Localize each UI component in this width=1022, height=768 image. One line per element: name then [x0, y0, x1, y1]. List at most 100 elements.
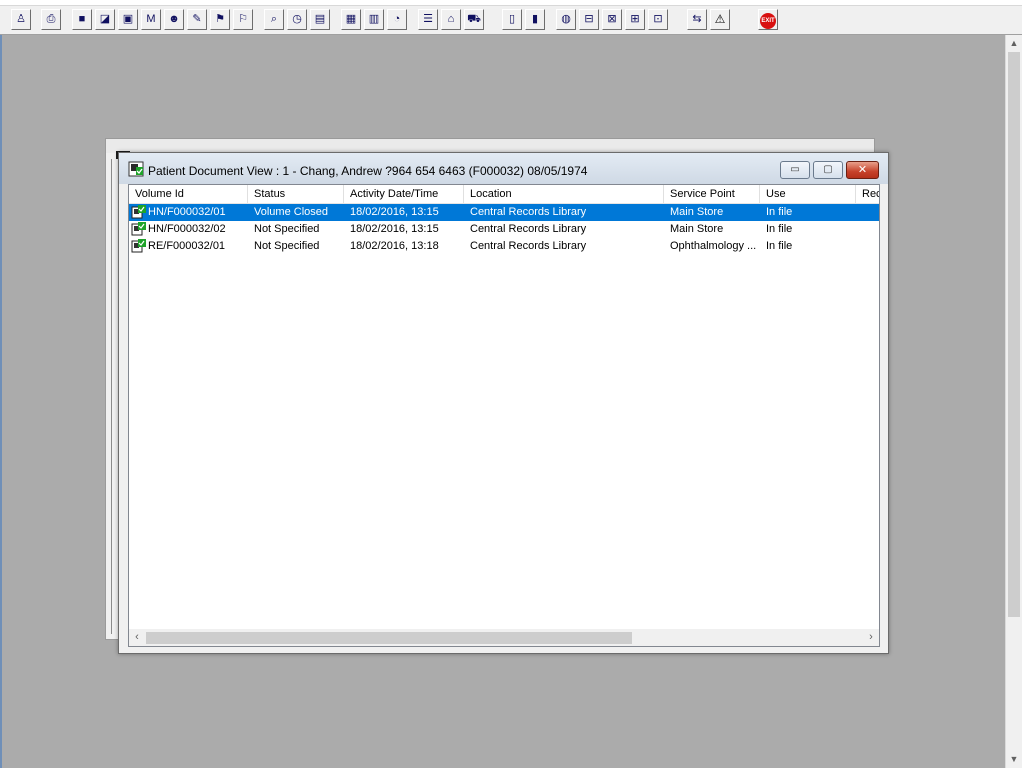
- gauge-button[interactable]: ◔: [387, 9, 407, 30]
- cell-activity-date-time: 18/02/2016, 13:15: [350, 206, 439, 218]
- cell-use: In file: [766, 223, 793, 235]
- column-header-2[interactable]: Activity Date/Time: [344, 185, 464, 203]
- scroll-thumb[interactable]: [1008, 52, 1020, 617]
- print-button[interactable]: ⎙: [41, 9, 61, 30]
- background-window-titlebar[interactable]: [106, 139, 874, 153]
- cell-location: Central Records Library: [470, 206, 587, 218]
- scroll-right-icon[interactable]: ›: [863, 629, 879, 646]
- inbox2-button[interactable]: ⊠: [602, 9, 622, 30]
- monitor-search-icon: ▣: [122, 13, 134, 25]
- page-button[interactable]: ▯: [502, 9, 522, 30]
- window-titlebar[interactable]: Patient Document View : 1 - Chang, Andre…: [119, 153, 888, 184]
- horizontal-scroll-thumb[interactable]: [146, 632, 632, 644]
- bed-icon: ⌂: [447, 13, 455, 25]
- flag2-button[interactable]: ⚐: [233, 9, 253, 30]
- patient-button[interactable]: ♙: [11, 9, 31, 30]
- cell-use: In file: [766, 206, 793, 218]
- table-row[interactable]: RE/F000032/01 Not Specified 18/02/2016, 13…: [129, 238, 879, 255]
- list-header: Volume Id Status Activity Date/Time Locatio…: [129, 185, 879, 204]
- column-header-6[interactable]: Rec: [856, 185, 879, 203]
- inbox-green-icon: ⊞: [630, 13, 640, 25]
- document-volume-list[interactable]: Volume Id Status Activity Date/Time Locatio…: [128, 184, 880, 647]
- doctor-button[interactable]: ☻: [164, 9, 184, 30]
- scroll-down-icon[interactable]: ▼: [1006, 751, 1022, 767]
- notepad-pen-icon: ✎: [192, 13, 202, 25]
- docs-button[interactable]: ▥: [364, 9, 384, 30]
- volume-document-icon: [131, 205, 146, 219]
- volume-document-icon: [131, 239, 146, 253]
- cell-status: Not Specified: [254, 223, 320, 235]
- flag1-button[interactable]: ⚑: [210, 9, 230, 30]
- search-button[interactable]: ⌕: [264, 9, 284, 30]
- clock-button[interactable]: ◷: [287, 9, 307, 30]
- list-yellow-icon: ☰: [423, 13, 433, 25]
- cell-volume-id: RE/F000032/01: [148, 240, 226, 252]
- exit-stop-icon: EXIT: [760, 13, 776, 29]
- folder-edit-icon: ◪: [99, 13, 111, 25]
- clock-icon: ◷: [292, 13, 302, 25]
- column-header-0[interactable]: Volume Id: [129, 185, 248, 203]
- horizontal-scrollbar[interactable]: ‹ ›: [129, 629, 879, 646]
- inbox4-button[interactable]: ⊡: [648, 9, 668, 30]
- volume-document-icon: [131, 222, 146, 236]
- inbox3-button[interactable]: ⊞: [625, 9, 645, 30]
- inbox-icon: ⊟: [584, 13, 594, 25]
- column-header-4[interactable]: Service Point: [664, 185, 760, 203]
- cell-activity-date-time: 18/02/2016, 13:18: [350, 240, 439, 252]
- cell-activity-date-time: 18/02/2016, 13:15: [350, 223, 439, 235]
- exit-button[interactable]: EXIT: [758, 9, 778, 30]
- minimize-button[interactable]: ▭: [780, 161, 810, 179]
- maximize-button[interactable]: ▢: [813, 161, 843, 179]
- screen-list-icon: ▤: [314, 13, 326, 25]
- table-row[interactable]: HN/F000032/01 Volume Closed 18/02/2016, 13…: [129, 204, 879, 221]
- page-vertical-scrollbar[interactable]: ▲ ▼: [1005, 35, 1022, 768]
- column-header-3[interactable]: Location: [464, 185, 664, 203]
- left-edge-strip: [0, 35, 2, 768]
- bar-chart-icon: ▮: [531, 13, 539, 25]
- warning-button[interactable]: ⚠: [710, 9, 730, 30]
- m-button[interactable]: M: [141, 9, 161, 30]
- column-header-1[interactable]: Status: [248, 185, 344, 203]
- bed-button[interactable]: ⌂: [441, 9, 461, 30]
- list-button[interactable]: ☰: [418, 9, 438, 30]
- chart1-button[interactable]: ▦: [341, 9, 361, 30]
- ambulance-button[interactable]: ⛟: [464, 9, 484, 30]
- patient-document-view-window[interactable]: Patient Document View : 1 - Chang, Andre…: [118, 152, 889, 654]
- gauge-icon: ◔: [393, 13, 401, 25]
- screen-button[interactable]: ▤: [310, 9, 330, 30]
- scroll-up-icon[interactable]: ▲: [1006, 35, 1022, 51]
- swap-button[interactable]: ⇆: [687, 9, 707, 30]
- swap-arrows-icon: ⇆: [692, 13, 702, 25]
- globe-button[interactable]: ◍: [556, 9, 576, 30]
- folder-button[interactable]: ◪: [95, 9, 115, 30]
- transport-icon: ⛟: [467, 13, 481, 25]
- table-row[interactable]: HN/F000032/02 Not Specified 18/02/2016, 13…: [129, 221, 879, 238]
- cell-service-point: Ophthalmology ...: [670, 240, 757, 252]
- document-view-app-icon: [128, 161, 144, 177]
- globe-arrow-icon: ◍: [561, 13, 571, 25]
- column-header-5[interactable]: Use: [760, 185, 856, 203]
- inbox1-button[interactable]: ⊟: [579, 9, 599, 30]
- monitor-button[interactable]: ▣: [118, 9, 138, 30]
- cell-service-point: Main Store: [670, 223, 724, 235]
- chart-monitor-icon: ▦: [345, 13, 357, 25]
- cell-status: Volume Closed: [254, 206, 328, 218]
- close-button[interactable]: ✕: [846, 161, 879, 179]
- magnifier-icon: ⌕: [270, 13, 278, 25]
- cell-location: Central Records Library: [470, 240, 587, 252]
- note-button[interactable]: ✎: [187, 9, 207, 30]
- flag-outline-icon: ⚐: [238, 13, 248, 25]
- inbox-down-icon: ⊠: [607, 13, 617, 25]
- cell-volume-id: HN/F000032/01: [148, 206, 226, 218]
- cell-use: In file: [766, 240, 793, 252]
- book-button[interactable]: ■: [72, 9, 92, 30]
- m-letter-icon: M: [146, 13, 156, 25]
- cell-service-point: Main Store: [670, 206, 724, 218]
- cell-status: Not Specified: [254, 240, 320, 252]
- scroll-left-icon[interactable]: ‹: [129, 629, 145, 646]
- book-icon: ■: [78, 13, 86, 25]
- flag-icon: ⚑: [215, 13, 225, 25]
- clinician-icon: ☻: [168, 13, 180, 25]
- cell-location: Central Records Library: [470, 223, 587, 235]
- bars-button[interactable]: ▮: [525, 9, 545, 30]
